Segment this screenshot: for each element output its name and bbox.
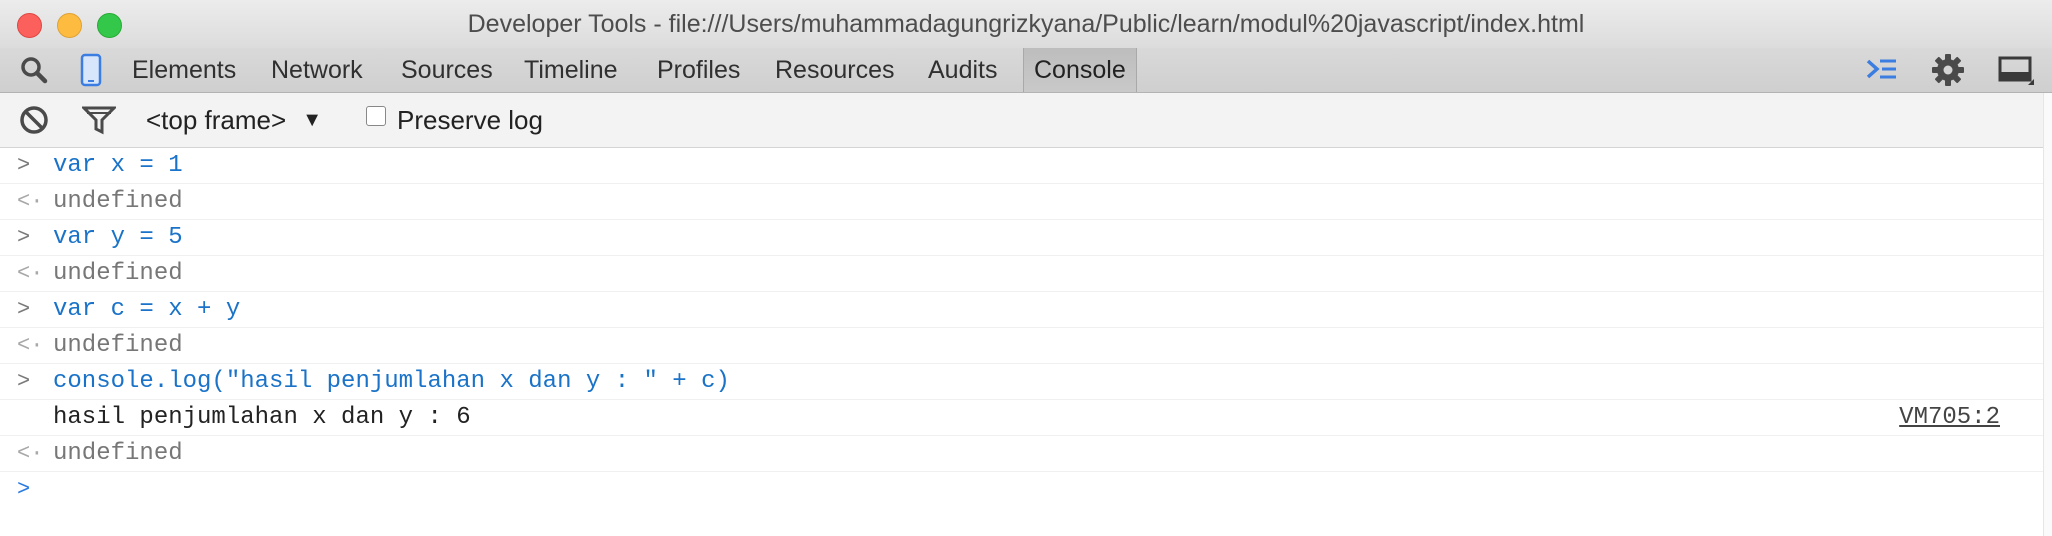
tab-audits[interactable]: Audits [918, 48, 1007, 92]
tab-resources[interactable]: Resources [765, 48, 905, 92]
result-arrow-icon: <· [17, 261, 44, 286]
tab-elements[interactable]: Elements [122, 48, 246, 92]
tab-network[interactable]: Network [261, 48, 373, 92]
console-command-row: > var y = 5 [0, 220, 2052, 256]
console-command-row: > console.log("hasil penjumlahan x dan y… [0, 364, 2052, 400]
title-bar: Developer Tools - file:///Users/muhammad… [0, 0, 2052, 48]
console-drawer-icon[interactable] [1862, 48, 1902, 92]
command-text: console.log("hasil penjumlahan x dan y :… [53, 368, 730, 395]
input-prompt-icon: > [17, 477, 31, 502]
clear-console-icon[interactable] [18, 93, 50, 147]
console-command-row: > var x = 1 [0, 148, 2052, 184]
console-result-row: <· undefined [0, 328, 2052, 364]
console-scrollbar[interactable] [2043, 93, 2052, 536]
source-link[interactable]: VM705:2 [1899, 400, 2000, 435]
result-text: undefined [53, 260, 183, 287]
command-prompt-icon: > [17, 297, 31, 322]
command-prompt-icon: > [17, 369, 31, 394]
filter-icon[interactable] [82, 93, 116, 147]
command-prompt-icon: > [17, 225, 31, 250]
console-input[interactable]: > [0, 472, 2052, 507]
command-text: var x = 1 [53, 152, 183, 179]
log-text: hasil penjumlahan x dan y : 6 [53, 404, 471, 431]
preserve-log-checkbox[interactable] [366, 106, 386, 126]
console-toolbar: <top frame> ▼ Preserve log [0, 93, 2052, 148]
tab-sources[interactable]: Sources [391, 48, 503, 92]
tab-console[interactable]: Console [1023, 48, 1137, 92]
console-command-row: > var c = x + y [0, 292, 2052, 328]
result-text: undefined [53, 440, 183, 467]
command-text: var y = 5 [53, 224, 183, 251]
chevron-down-icon: ▼ [302, 108, 322, 131]
result-arrow-icon: <· [17, 189, 44, 214]
tab-profiles[interactable]: Profiles [647, 48, 750, 92]
console-result-row: <· undefined [0, 184, 2052, 220]
frame-select-value: <top frame> [146, 104, 287, 135]
preserve-log-label: Preserve log [397, 104, 543, 135]
device-mode-icon[interactable] [76, 48, 106, 92]
dock-icon[interactable] [1994, 48, 2038, 92]
command-prompt-icon: > [17, 153, 31, 178]
panel-tab-bar: Elements Network Sources Timeline Profil… [0, 48, 2052, 93]
console-log-row: hasil penjumlahan x dan y : 6 VM705:2 [0, 400, 2052, 436]
frame-select[interactable]: <top frame> ▼ [146, 93, 322, 147]
result-text: undefined [53, 332, 183, 359]
gear-icon[interactable] [1928, 48, 1968, 92]
result-arrow-icon: <· [17, 441, 44, 466]
console-result-row: <· undefined [0, 256, 2052, 292]
devtools-window: Developer Tools - file:///Users/muhammad… [0, 0, 2052, 536]
console-result-row: <· undefined [0, 436, 2052, 472]
search-icon[interactable] [16, 48, 52, 92]
tab-timeline[interactable]: Timeline [514, 48, 628, 92]
console-messages: > var x = 1 <· undefined > var y = 5 <· … [0, 148, 2052, 507]
window-title: Developer Tools - file:///Users/muhammad… [467, 10, 1585, 38]
preserve-log-option[interactable]: Preserve log [366, 93, 543, 147]
result-text: undefined [53, 188, 183, 215]
command-text: var c = x + y [53, 296, 241, 323]
result-arrow-icon: <· [17, 333, 44, 358]
